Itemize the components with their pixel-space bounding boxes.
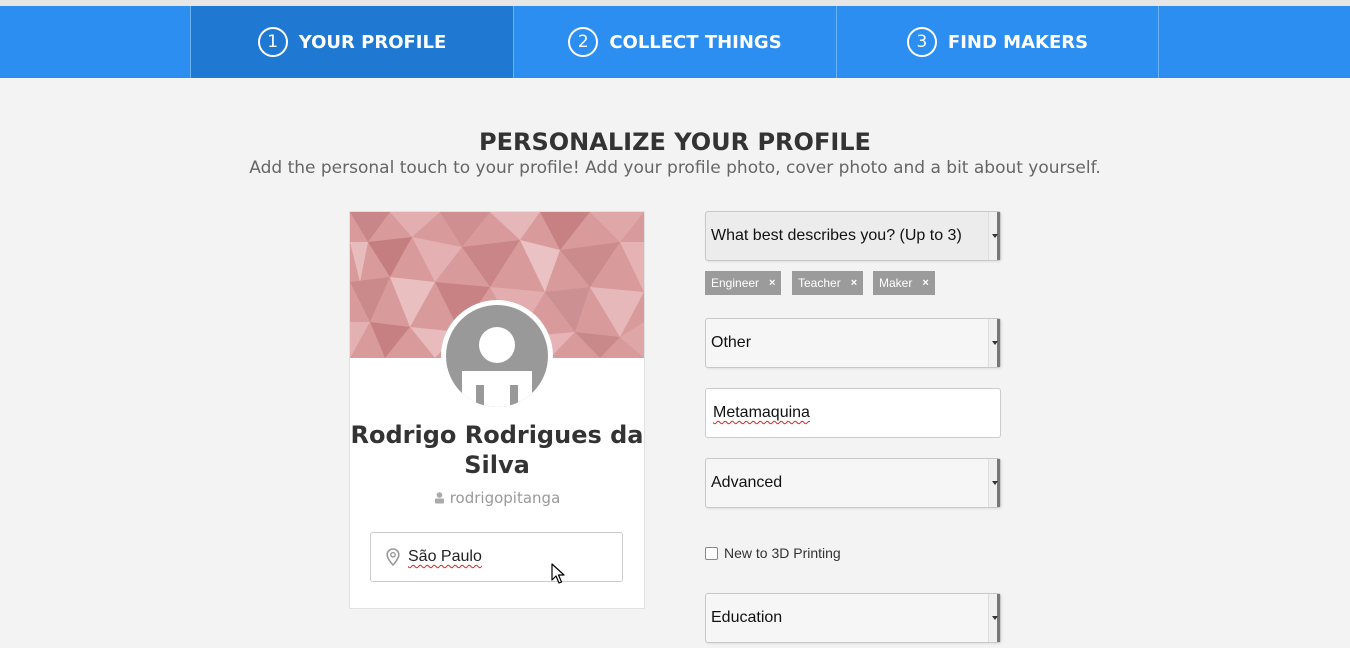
chevron-down-icon	[988, 319, 1000, 367]
industry-value: Education	[711, 609, 783, 626]
avatar[interactable]	[441, 300, 553, 412]
tag-engineer: Engineer ×	[705, 271, 782, 295]
skill-level-select[interactable]: Advanced	[705, 458, 1001, 508]
map-pin-icon	[386, 548, 400, 566]
new-to-3d-printing-option: New to 3D Printing	[705, 545, 841, 561]
tag-label: Teacher	[798, 276, 841, 290]
step-number-2: 2	[568, 27, 599, 57]
describes-you-select[interactable]: What best describes you? (Up to 3)	[705, 211, 1001, 261]
step-label: YOUR PROFILE	[298, 31, 447, 53]
step-label: FIND MAKERS	[947, 31, 1089, 53]
profile-name: Rodrigo Rodrigues da Silva	[350, 421, 644, 479]
username: rodrigopitanga	[449, 489, 561, 507]
default-avatar-icon	[446, 305, 548, 407]
occupation-value: Other	[711, 334, 752, 351]
remove-tag-icon[interactable]: ×	[769, 277, 775, 289]
mouse-cursor-icon	[551, 563, 565, 584]
location-input[interactable]: São Paulo	[370, 532, 623, 582]
remove-tag-icon[interactable]: ×	[851, 277, 857, 289]
step-collect-things[interactable]: 2 COLLECT THINGS	[513, 6, 836, 78]
new-to-3d-printing-label[interactable]: New to 3D Printing	[724, 545, 841, 561]
company-input[interactable]: Metamaquina	[705, 388, 1001, 438]
chevron-down-icon	[988, 212, 1000, 260]
chevron-down-icon	[988, 459, 1000, 507]
step-label: COLLECT THINGS	[609, 31, 782, 53]
chevron-down-icon	[988, 594, 1000, 642]
username-row: rodrigopitanga	[350, 489, 644, 507]
new-to-3d-printing-checkbox[interactable]	[705, 546, 718, 560]
tag-maker: Maker ×	[873, 271, 935, 295]
page-subtitle: Add the personal touch to your profile! …	[249, 158, 1101, 178]
step-number-1: 1	[257, 27, 288, 57]
company-value: Metamaquina	[713, 404, 810, 421]
occupation-select[interactable]: Other	[705, 318, 1001, 368]
describes-you-label: What best describes you? (Up to 3)	[711, 227, 962, 244]
profile-card: Rodrigo Rodrigues da Silva rodrigopitang…	[349, 211, 645, 609]
tag-label: Maker	[879, 276, 913, 290]
step-number-3: 3	[906, 27, 937, 57]
tag-label: Engineer	[711, 276, 760, 290]
skill-level-value: Advanced	[711, 474, 783, 491]
step-navigation: 1 YOUR PROFILE 2 COLLECT THINGS 3 FIND M…	[0, 6, 1350, 78]
user-icon	[434, 492, 444, 504]
remove-tag-icon[interactable]: ×	[922, 277, 928, 289]
industry-select[interactable]: Education	[705, 593, 1001, 643]
location-value: São Paulo	[408, 548, 482, 565]
step-find-makers[interactable]: 3 FIND MAKERS	[836, 6, 1159, 78]
step-your-profile[interactable]: 1 YOUR PROFILE	[190, 6, 513, 78]
page-title: PERSONALIZE YOUR PROFILE	[479, 128, 871, 156]
tag-teacher: Teacher ×	[792, 271, 864, 295]
